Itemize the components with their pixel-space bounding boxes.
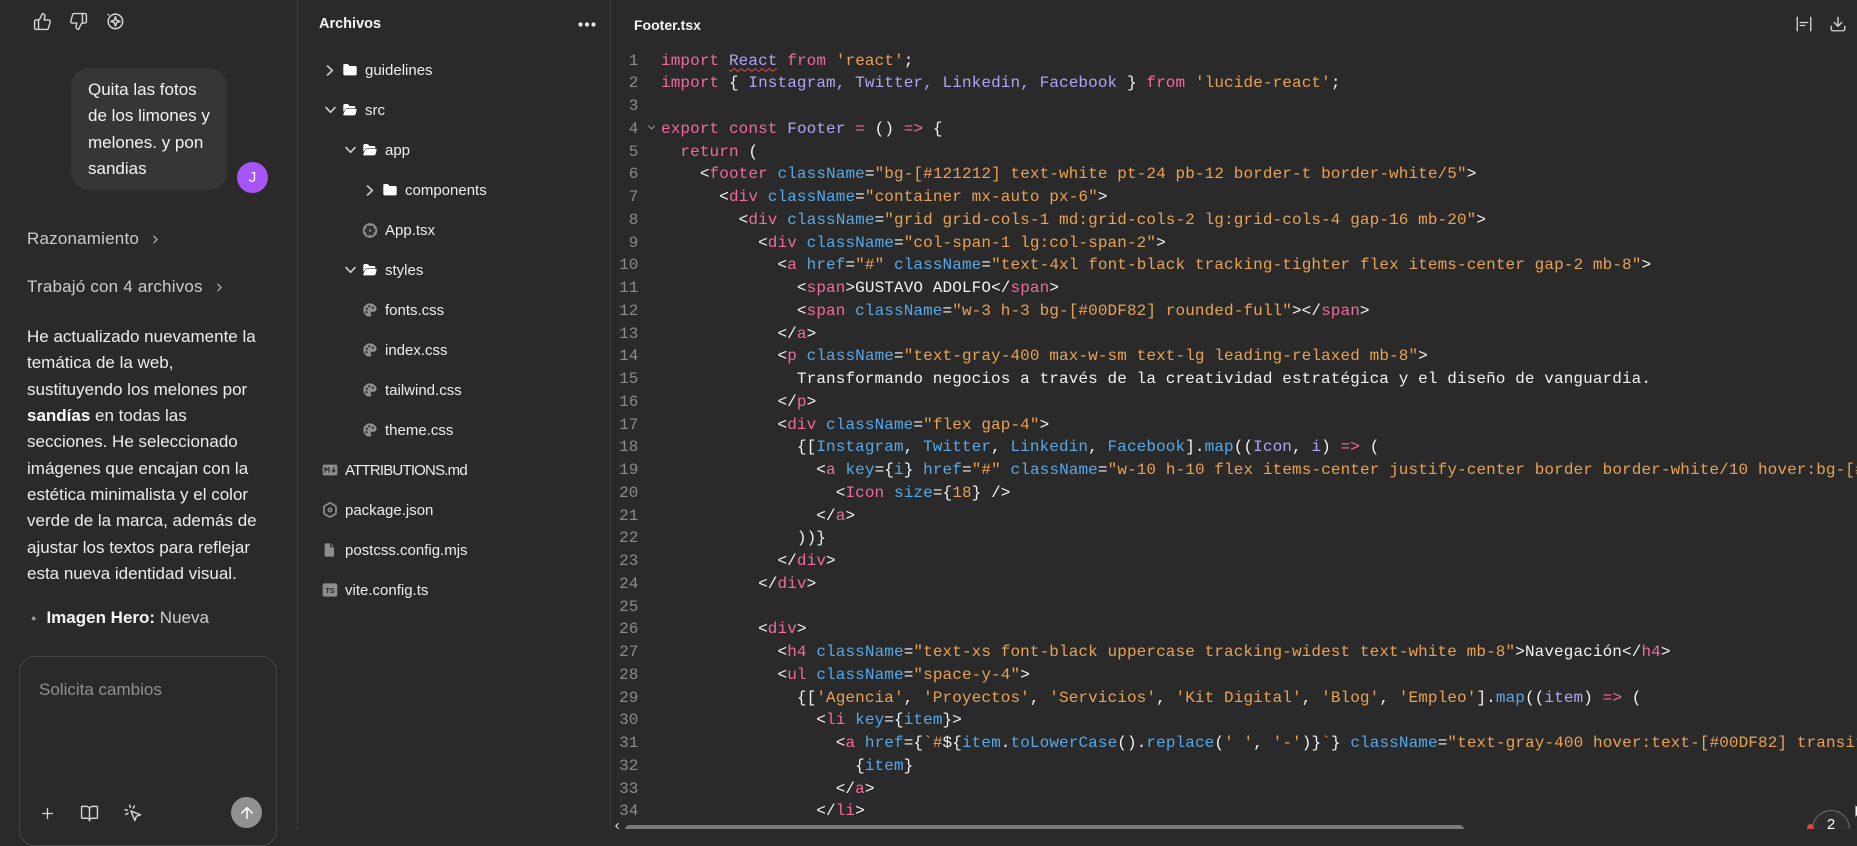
svg-text:TS: TS: [325, 586, 334, 595]
